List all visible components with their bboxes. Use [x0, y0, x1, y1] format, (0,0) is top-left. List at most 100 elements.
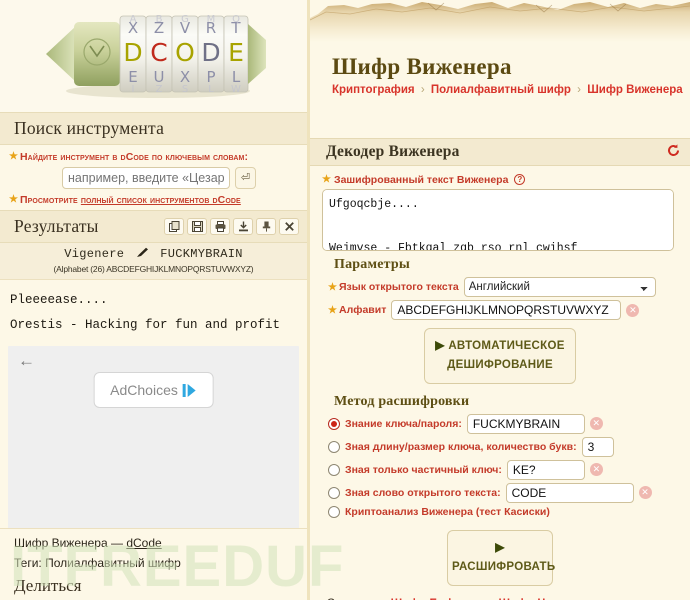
save-icon[interactable]	[187, 218, 207, 235]
back-arrow-icon[interactable]: ←	[18, 352, 35, 369]
language-label-text: Язык открытого текста	[339, 281, 459, 293]
star-icon: ★	[322, 174, 331, 185]
method-label: Криптоанализ Виженера (тест Касиски)	[345, 505, 550, 518]
method-row[interactable]: Зная только частичный ключ: ✕	[322, 459, 678, 482]
svg-text:O: O	[175, 38, 195, 67]
pin-icon[interactable]	[256, 218, 276, 235]
method-radio-kasiski[interactable]	[328, 505, 340, 518]
search-panel-heading: Поиск инструмента	[0, 112, 307, 145]
left-footer: Шифр Виженера — dCode Теги: Полиалфавитн…	[0, 528, 307, 600]
adchoices-icon	[182, 383, 197, 398]
cipher-text-label: ★ Зашифрованный текст Виженера ?	[322, 172, 526, 189]
footer-tags-line: Теги: Полиалфавитный шифр	[14, 556, 307, 570]
svg-text:D: D	[123, 38, 142, 67]
search-input[interactable]	[62, 167, 230, 189]
star-icon: ★	[9, 194, 19, 205]
footer-tags-label: Теги:	[14, 556, 42, 570]
language-select[interactable]: Английский	[463, 277, 656, 297]
alphabet-label-text: Алфавит	[339, 304, 387, 316]
method-radio-known-key[interactable]	[328, 417, 340, 430]
browse-all-tools-link[interactable]: полный список инструментов dCode	[81, 194, 241, 206]
decrypt-button-label: РАСШИФРОВАТЬ	[452, 560, 556, 573]
download-icon[interactable]	[233, 218, 253, 235]
star-icon: ★	[328, 305, 337, 316]
ad-container: ← AdChoices	[8, 346, 299, 542]
svg-text:Z: Z	[156, 84, 163, 95]
result-line: Orestis - Hacking for fun and profit	[10, 318, 281, 332]
alphabet-label: ★ Алфавит	[328, 304, 386, 316]
method-radio-known-plaintext[interactable]	[328, 486, 340, 499]
footer-dcode-link[interactable]: dCode	[126, 536, 161, 550]
result-line: Pleeeease....	[10, 293, 108, 307]
cipher-text-input[interactable]	[322, 189, 674, 251]
result-summary: Vigenere FUCKMYBRAIN (Alphabet (26) ABCD…	[0, 243, 307, 280]
result-alphabet: (Alphabet (26) ABCDEFGHIJKLMNOPQRSTUVWXY…	[53, 264, 254, 274]
svg-text:A: A	[130, 14, 137, 25]
alphabet-input[interactable]	[391, 300, 622, 320]
breadcrumb-item-polyalphabetic[interactable]: Полиалфавитный шифр	[431, 84, 571, 96]
search-submit-button[interactable]: ⏎	[235, 167, 256, 189]
method-label: Знание ключа/пароля:	[345, 417, 462, 430]
alphabet-row: ★ Алфавит ✕	[322, 299, 678, 322]
clear-alphabet-icon[interactable]: ✕	[626, 303, 640, 317]
method-label: Зная слово открытого текста:	[345, 486, 501, 499]
refresh-icon[interactable]	[667, 144, 680, 161]
language-row: ★ Язык открытого текста Английский	[322, 276, 678, 299]
method-row[interactable]: Знание ключа/пароля: ✕	[322, 413, 678, 436]
known-plaintext-input[interactable]	[505, 482, 634, 503]
footer-dash: —	[110, 536, 123, 550]
breadcrumb-item-cryptography[interactable]: Криптография	[332, 84, 415, 96]
method-row[interactable]: Зная длину/размер ключа, количество букв…	[322, 436, 678, 459]
see-also-line: См. также: Шифр Бофорта — Шифр Цезаря.	[310, 594, 690, 600]
left-sidebar: XZV RT D C O D E EUX PL ABG M Q I Z S L …	[0, 0, 343, 600]
torn-paper-edge	[310, 2, 690, 42]
adchoices-badge[interactable]: AdChoices	[93, 372, 214, 408]
help-icon[interactable]: ?	[514, 174, 526, 185]
breadcrumb-item-vigenere[interactable]: Шифр Виженера	[587, 84, 682, 96]
clear-known-plaintext-icon[interactable]: ✕	[638, 486, 652, 500]
svg-text:L: L	[208, 84, 214, 95]
adchoices-label: AdChoices	[110, 382, 178, 398]
method-radio-partial-key[interactable]	[328, 463, 340, 476]
star-icon: ★	[328, 282, 337, 293]
svg-text:I: I	[132, 84, 135, 95]
result-key-value: FUCKMYBRAIN	[160, 247, 243, 261]
close-icon[interactable]	[279, 218, 299, 235]
clear-partial-key-icon[interactable]: ✕	[589, 463, 603, 477]
play-icon: ▶	[435, 338, 445, 352]
copy-icon[interactable]	[164, 218, 184, 235]
decoder-form: ★ Зашифрованный текст Виженера ? Парамет…	[310, 166, 690, 594]
partial-key-input[interactable]	[506, 459, 585, 480]
method-title: Метод расшифровки	[334, 393, 470, 409]
method-radio-key-length[interactable]	[328, 440, 340, 453]
play-icon: ▶	[495, 539, 505, 554]
language-label: ★ Язык открытого текста	[328, 281, 459, 293]
star-icon: ★	[9, 151, 19, 162]
key-icon	[136, 247, 149, 262]
auto-decrypt-label-1: АВТОМАТИЧЕСКОЕ	[448, 340, 565, 352]
auto-decrypt-button[interactable]: ▶ АВТОМАТИЧЕСКОЕ ДЕШИФРОВАНИЕ	[424, 328, 576, 384]
print-icon[interactable]	[210, 218, 230, 235]
method-label: Зная только частичный ключ:	[345, 463, 502, 476]
results-panel-heading: Результаты	[0, 210, 307, 243]
results-toolbar	[164, 218, 299, 235]
dcode-cryptex-logo[interactable]: XZV RT D C O D E EUX PL ABG M Q I Z S L …	[38, 6, 270, 102]
method-row[interactable]: Зная слово открытого текста: ✕	[322, 482, 678, 505]
logo-container: XZV RT D C O D E EUX PL ABG M Q I Z S L …	[0, 0, 307, 112]
decrypt-button[interactable]: ▶ РАСШИФРОВАТЬ	[447, 529, 556, 586]
result-title-row: Vigenere FUCKMYBRAIN	[0, 247, 307, 262]
parameters-title: Параметры	[334, 257, 410, 272]
decoder-section-heading: Декодер Виженера	[310, 138, 690, 166]
browse-hint: ★ Просмотрите полный список инструментов…	[0, 192, 307, 208]
footer-tags-value: Полиалфавитный шифр	[45, 556, 181, 570]
results-heading-label: Результаты	[14, 216, 99, 236]
result-output: Pleeeease.... Orestis - Hacking for fun …	[0, 280, 307, 344]
method-row[interactable]: Криптоанализ Виженера (тест Касиски)	[322, 505, 678, 520]
svg-text:Q: Q	[232, 14, 240, 25]
key-length-input[interactable]	[581, 436, 614, 457]
known-key-input[interactable]	[466, 413, 585, 434]
clear-known-key-icon[interactable]: ✕	[589, 417, 603, 431]
breadcrumb-separator: ›	[577, 84, 582, 96]
method-label: Зная длину/размер ключа, количество букв…	[345, 440, 577, 453]
svg-text:D: D	[201, 38, 220, 67]
